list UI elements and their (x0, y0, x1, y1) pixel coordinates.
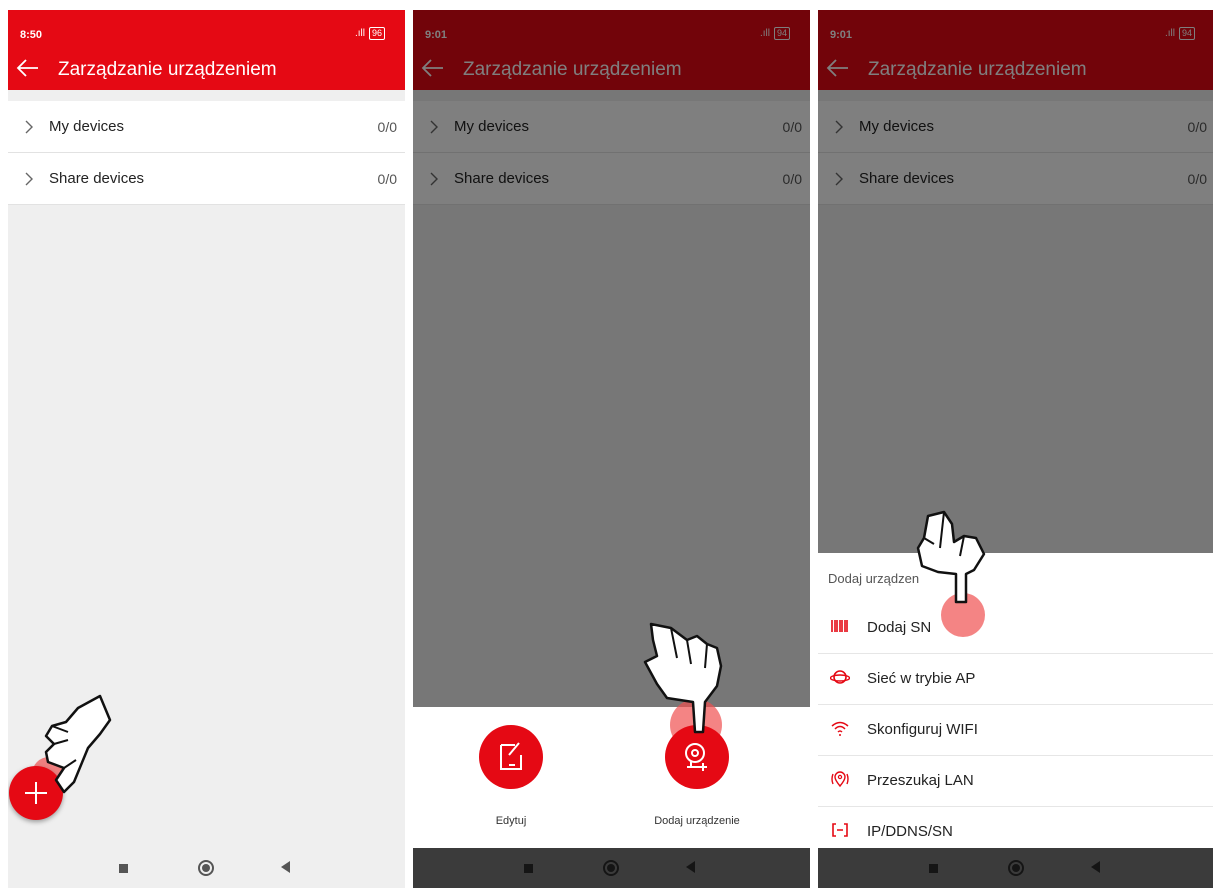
chevron-right-icon (430, 172, 438, 186)
ip-box-icon (832, 823, 848, 837)
chevron-right-icon (25, 120, 33, 134)
battery-icon: 94 (773, 27, 790, 40)
edit-label: Edytuj (495, 815, 527, 827)
option-add-sn[interactable]: Dodaj SN (818, 603, 1213, 654)
list-item-share-devices[interactable]: Share devices 0/0 (8, 153, 405, 205)
add-device-sheet: Dodaj urządzen Dodaj SN Sieć w trybie AP… (818, 553, 1213, 848)
location-pin-icon (831, 771, 849, 788)
list-item-share-devices[interactable]: Share devices 0/0 (413, 153, 810, 205)
page-title: Zarządzanie urządzeniem (463, 59, 682, 80)
wifi-icon (831, 721, 849, 736)
option-label: Skonfiguruj WIFI (867, 721, 978, 738)
signal-icon: .ıll (1164, 28, 1175, 39)
status-indicators: .ıll 94 (1165, 27, 1195, 40)
nav-overlay (818, 848, 1213, 888)
status-indicators: .ıll 94 (760, 27, 790, 40)
signal-icon: .ıll (759, 28, 770, 39)
option-label: Sieć w trybie AP (867, 670, 976, 687)
app-header: 8:50 .ıll 96 Zarządzanie urządzeniem (8, 10, 405, 90)
edit-button[interactable] (479, 725, 543, 789)
option-label: Dodaj SN (867, 619, 932, 636)
option-ap-mode[interactable]: Sieć w trybie AP (818, 654, 1213, 705)
app-header: 9:01 .ıll 94 Zarządzanie urządzeniem (818, 10, 1213, 90)
signal-icon: .ıll (354, 28, 365, 39)
list-item-my-devices[interactable]: My devices 0/0 (413, 101, 810, 153)
edit-icon (500, 742, 522, 770)
screen-3: 9:01 .ıll 94 Zarządzanie urządzeniem My … (818, 10, 1213, 888)
list-item-label: Share devices (49, 170, 145, 187)
list-item-label: My devices (454, 118, 530, 135)
list-item-my-devices[interactable]: My devices 0/0 (8, 101, 405, 153)
page-title: Zarządzanie urządzeniem (868, 59, 1087, 80)
system-nav-bar (8, 848, 405, 888)
status-time: 9:01 (830, 29, 853, 41)
screen-2: 9:01 .ıll 94 Zarządzanie urządzeniem My … (413, 10, 810, 888)
option-search-lan[interactable]: Przeszukaj LAN (818, 756, 1213, 807)
back-arrow-icon[interactable] (419, 56, 447, 80)
list-item-count: 0/0 (782, 170, 802, 187)
device-list: My devices 0/0 Share devices 0/0 (413, 101, 810, 205)
action-sheet: Edytuj Dodaj urządzenie (413, 699, 810, 848)
battery-icon: 96 (368, 27, 385, 40)
pointing-hand-icon (643, 622, 723, 734)
app-header: 9:01 .ıll 94 Zarządzanie urządzeniem (413, 10, 810, 90)
list-item-count: 0/0 (1187, 170, 1207, 187)
option-configure-wifi[interactable]: Skonfiguruj WIFI (818, 705, 1213, 756)
status-time: 9:01 (425, 29, 448, 41)
chevron-right-icon (430, 120, 438, 134)
barcode-icon (831, 620, 848, 632)
plus-icon-stroke (35, 782, 37, 804)
list-item-label: My devices (49, 118, 125, 135)
recent-apps-icon[interactable] (119, 864, 128, 873)
planet-icon (830, 670, 850, 684)
back-arrow-icon[interactable] (824, 56, 852, 80)
sheet-title: Dodaj urządzen (828, 571, 920, 586)
pointing-hand-icon (44, 694, 112, 794)
status-time: 8:50 (20, 29, 43, 41)
list-item-count: 0/0 (1187, 118, 1207, 135)
list-item-label: Share devices (454, 170, 550, 187)
home-icon[interactable] (198, 860, 214, 876)
nav-overlay (413, 848, 810, 888)
device-list: My devices 0/0 Share devices 0/0 (8, 101, 405, 205)
option-label: Przeszukaj LAN (867, 772, 974, 789)
nav-back-icon[interactable] (281, 861, 290, 873)
list-item-count: 0/0 (377, 118, 397, 135)
device-list: My devices 0/0 Share devices 0/0 (818, 101, 1213, 205)
list-item-count: 0/0 (377, 170, 397, 187)
screen-1: 8:50 .ıll 96 Zarządzanie urządzeniem My … (8, 10, 405, 888)
battery-icon: 94 (1178, 27, 1195, 40)
chevron-right-icon (835, 172, 843, 186)
list-item-share-devices[interactable]: Share devices 0/0 (818, 153, 1213, 205)
add-device-label: Dodaj urządzenie (654, 815, 740, 827)
list-item-my-devices[interactable]: My devices 0/0 (818, 101, 1213, 153)
list-item-label: Share devices (859, 170, 955, 187)
chevron-right-icon (25, 172, 33, 186)
pointing-hand-icon (916, 510, 986, 604)
option-label: IP/DDNS/SN (867, 823, 953, 840)
chevron-right-icon (835, 120, 843, 134)
page-title: Zarządzanie urządzeniem (58, 59, 277, 80)
status-indicators: .ıll 96 (355, 27, 385, 40)
list-item-label: My devices (859, 118, 935, 135)
list-item-count: 0/0 (782, 118, 802, 135)
back-arrow-icon[interactable] (14, 56, 42, 80)
